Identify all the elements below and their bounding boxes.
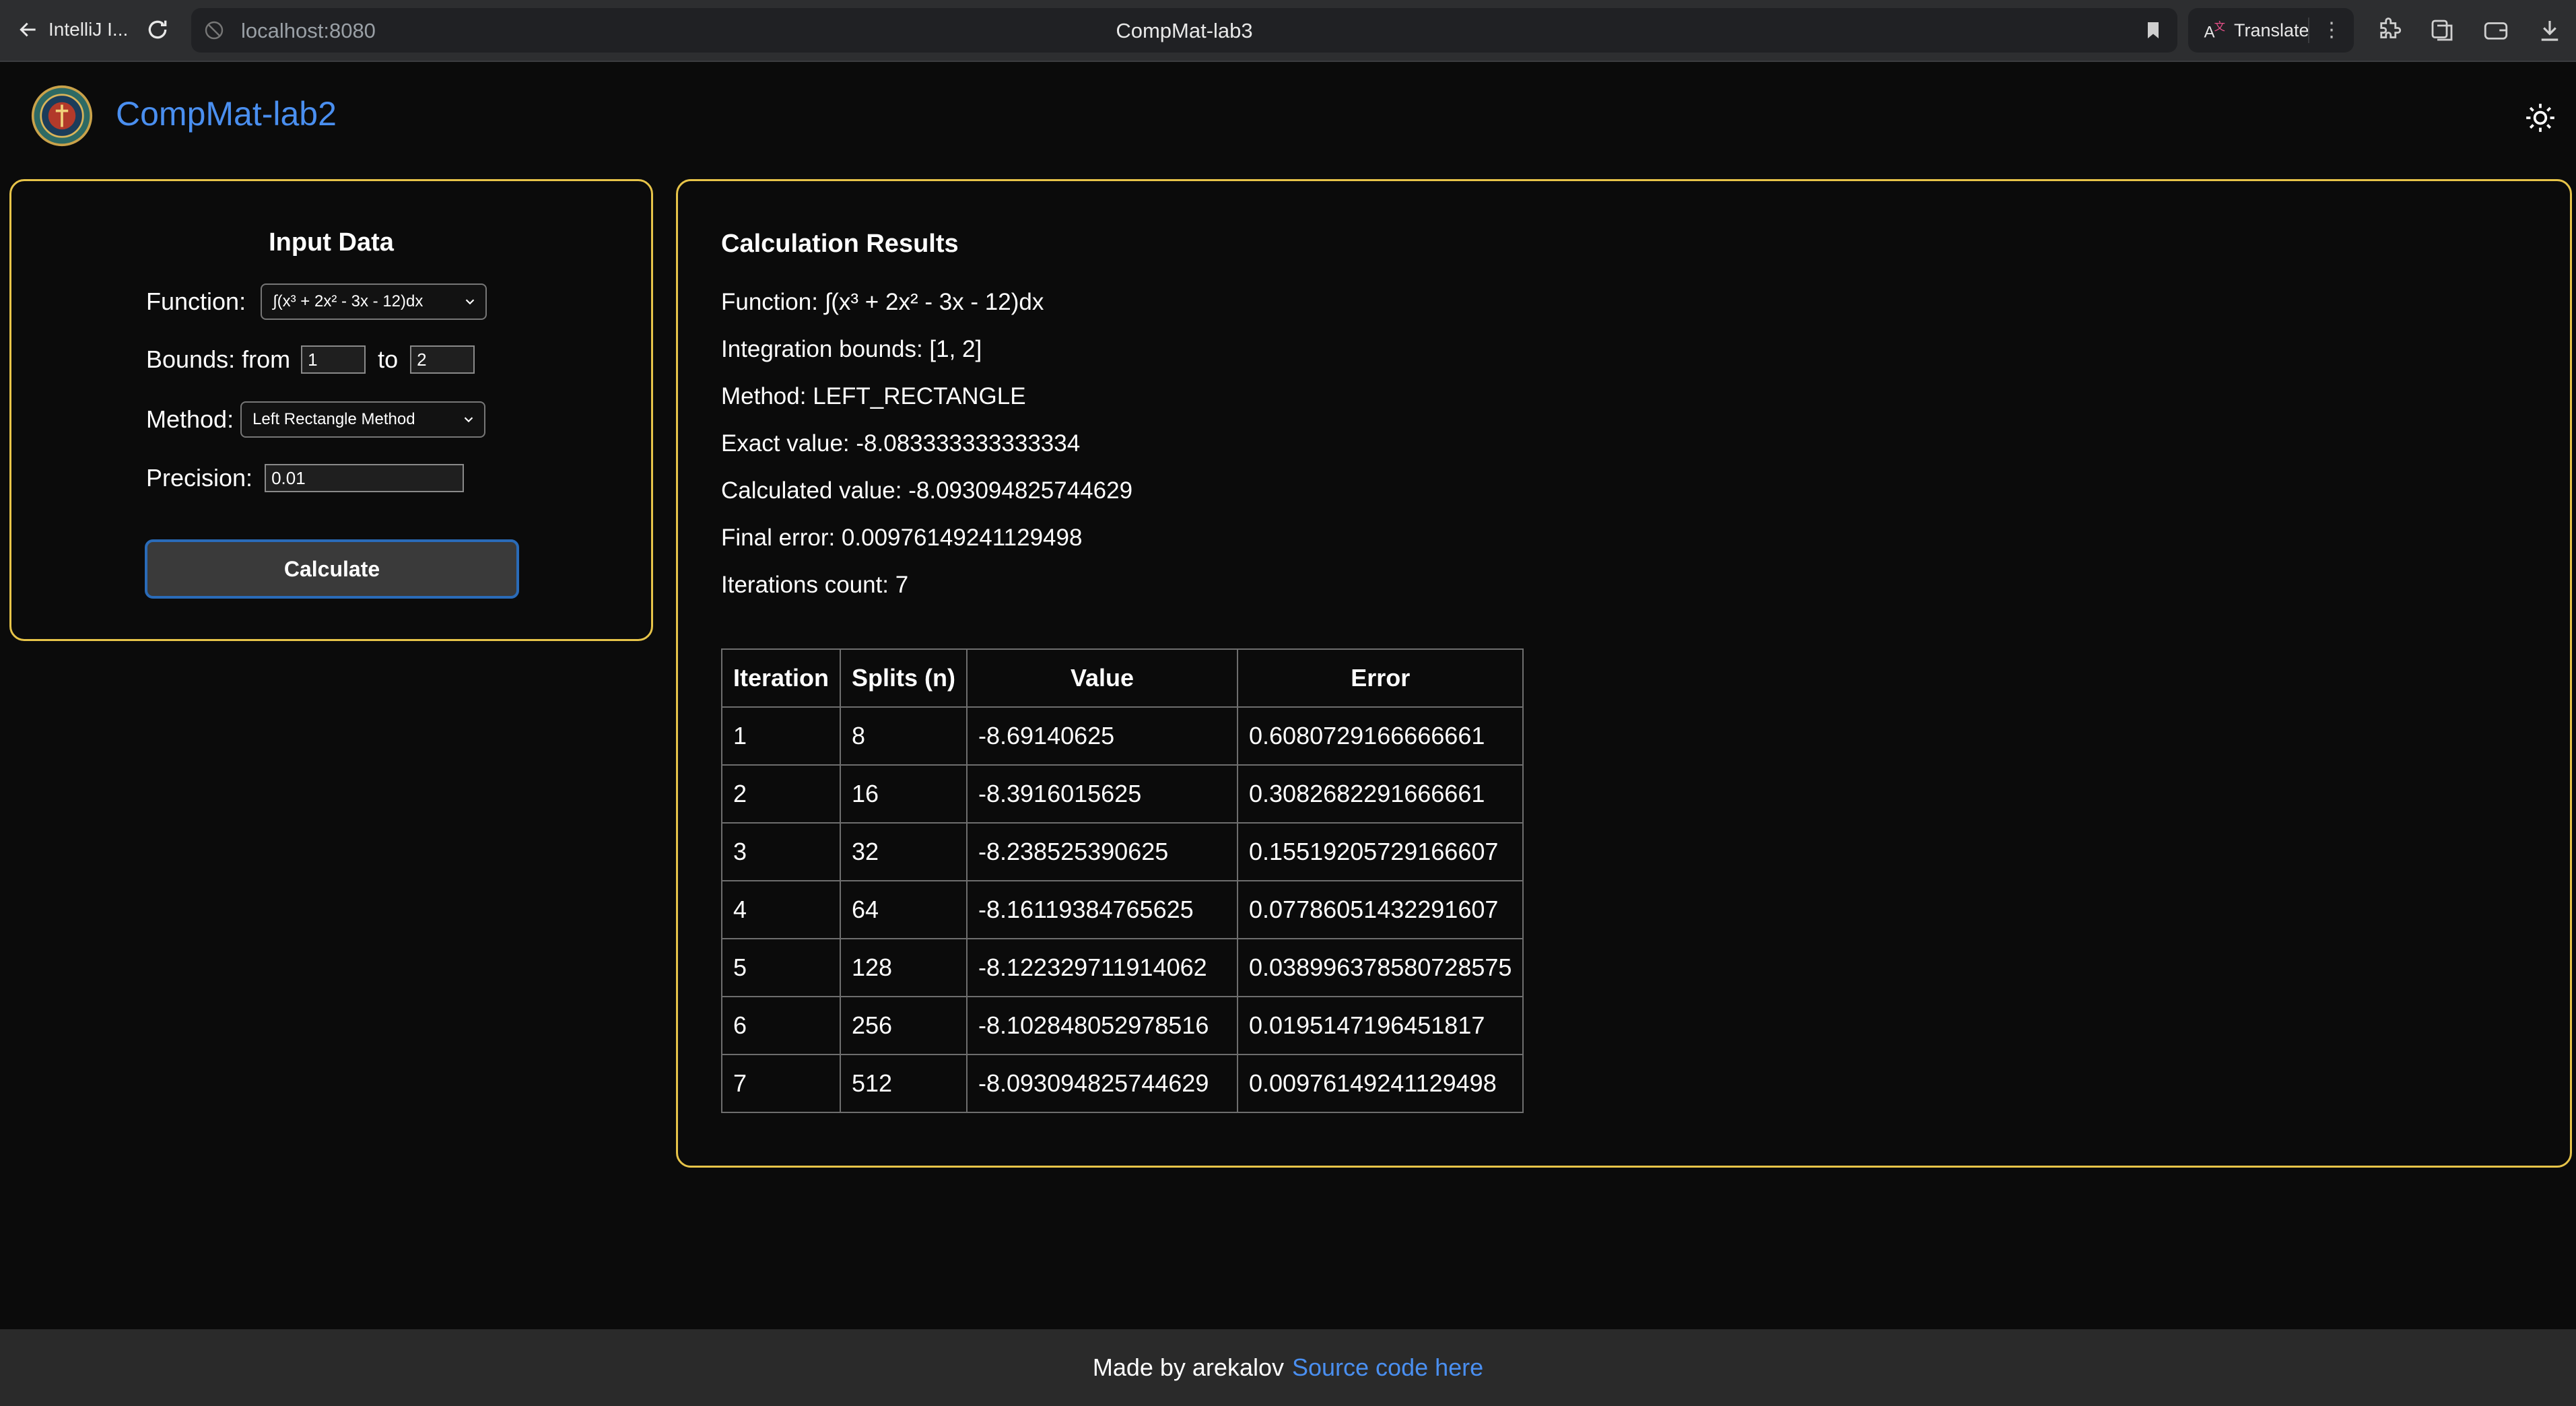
method-select-value: Left Rectangle Method [252, 410, 415, 428]
result-function: Function: ∫(x³ + 2x² - 3x - 12)dx [721, 289, 1044, 315]
back-button[interactable]: IntelliJ I... [18, 15, 128, 44]
table-cell: 16 [840, 764, 968, 824]
download-icon[interactable] [2536, 16, 2564, 44]
arrow-left-icon [20, 22, 36, 37]
table-cell: 0.6080729166666661 [1236, 706, 1524, 766]
puzzle-icon[interactable] [2375, 16, 2404, 44]
table-cell: 3 [720, 822, 842, 881]
function-select[interactable]: ∫(x³ + 2x² - 3x - 12)dx [261, 283, 487, 320]
translate-button[interactable]: A文 Translate ⋮ [2188, 8, 2354, 53]
results-panel: Calculation Results Function: ∫(x³ + 2x²… [676, 179, 2572, 1168]
bounds-row: Bounds: from 1 to 2 [146, 345, 475, 374]
column-header: Iteration [720, 648, 842, 708]
footer-made-by: Made by arekalov [1092, 1353, 1284, 1381]
table-cell: -8.122329711914062 [966, 938, 1238, 997]
table-header-row: Iteration Splits (n) Value Error [720, 648, 1524, 708]
method-select[interactable]: Left Rectangle Method [240, 401, 486, 438]
back-label: IntelliJ I... [48, 19, 129, 40]
address-bar[interactable]: localhost:8080 CompMat-lab3 [191, 8, 2177, 53]
app-header: CompMat-lab2 [0, 61, 2576, 175]
translate-icon: A文 [2204, 20, 2226, 42]
table-cell: 1 [720, 706, 842, 766]
bounds-from-input[interactable]: 1 [301, 345, 366, 374]
table-cell: -8.3916015625 [966, 764, 1238, 824]
result-exact-value: Exact value: -8.083333333333334 [721, 430, 1081, 457]
result-method: Method: LEFT_RECTANGLE [721, 383, 1026, 409]
table-cell: 512 [840, 1054, 968, 1113]
app-title-link[interactable]: CompMat-lab2 [116, 94, 337, 133]
table-row: 7 512 -8.093094825744629 0.0097614924112… [720, 1054, 1524, 1113]
table-cell: 7 [720, 1054, 842, 1113]
table-cell: 6 [720, 996, 842, 1055]
function-row: Function: ∫(x³ + 2x² - 3x - 12)dx [146, 283, 487, 320]
table-cell: -8.69140625 [966, 706, 1238, 766]
table-cell: 0.038996378580728575 [1236, 938, 1524, 997]
bookmark-icon[interactable] [2142, 19, 2164, 42]
result-calculated-value: Calculated value: -8.093094825744629 [721, 477, 1133, 504]
precision-label: Precision: [146, 464, 253, 492]
function-label: Function: [146, 288, 246, 315]
function-select-value: ∫(x³ + 2x² - 3x - 12)dx [273, 292, 423, 310]
logo [31, 85, 93, 147]
table-cell: 5 [720, 938, 842, 997]
table-row: 5 128 -8.122329711914062 0.0389963785807… [720, 938, 1524, 997]
precision-row: Precision: 0.01 [146, 464, 465, 492]
table-cell: 2 [720, 764, 842, 824]
table-row: 6 256 -8.102848052978516 0.0195147196451… [720, 996, 1524, 1055]
chevron-down-icon [465, 299, 475, 305]
bounds-to-label: to [378, 345, 399, 373]
column-header: Error [1236, 648, 1524, 708]
svg-text:A: A [2204, 24, 2215, 42]
table-cell: 0.15519205729166607 [1236, 822, 1524, 881]
method-label: Method: [146, 405, 234, 433]
table-cell: 256 [840, 996, 968, 1055]
table-cell: -8.238525390625 [966, 822, 1238, 881]
footer: Made by arekalov Source code here [0, 1329, 2576, 1406]
wallet-icon[interactable] [2482, 16, 2510, 44]
column-header: Value [966, 648, 1238, 708]
table-cell: 32 [840, 822, 968, 881]
precision-input[interactable]: 0.01 [265, 464, 465, 492]
divider [2308, 18, 2309, 43]
table-row: 4 64 -8.16119384765625 0.077860514322916… [720, 880, 1524, 939]
source-code-link[interactable]: Source code here [1292, 1353, 1483, 1382]
table-cell: 0.07786051432291607 [1236, 880, 1524, 939]
browser-toolbar: IntelliJ I... localhost:8080 CompMat-lab… [0, 0, 2576, 62]
method-row: Method: Left Rectangle Method [146, 401, 486, 438]
table-cell: 0.0195147196451817 [1236, 996, 1524, 1055]
result-iterations-count: Iterations count: 7 [721, 572, 909, 598]
result-final-error: Final error: 0.00976149241129498 [721, 525, 1083, 551]
table-cell: -8.093094825744629 [966, 1054, 1238, 1113]
sun-icon[interactable] [2523, 101, 2557, 135]
bounds-label: Bounds: from [146, 345, 291, 373]
results-heading: Calculation Results [721, 230, 959, 258]
chevron-down-icon [464, 417, 473, 423]
table-cell: 0.3082682291666661 [1236, 764, 1524, 824]
table-cell: 8 [840, 706, 968, 766]
table-row: 2 16 -8.3916015625 0.3082682291666661 [720, 764, 1524, 824]
table-row: 3 32 -8.238525390625 0.15519205729166607 [720, 822, 1524, 881]
table-cell: 64 [840, 880, 968, 939]
table-cell: 0.00976149241129498 [1236, 1054, 1524, 1113]
bounds-to-input[interactable]: 2 [410, 345, 475, 374]
table-cell: 4 [720, 880, 842, 939]
table-cell: 128 [840, 938, 968, 997]
table-cell: -8.102848052978516 [966, 996, 1238, 1055]
input-heading: Input Data [269, 228, 394, 257]
table-row: 1 8 -8.69140625 0.6080729166666661 [720, 706, 1524, 766]
tab-title: CompMat-lab3 [1116, 19, 1253, 42]
more-icon[interactable]: ⋮ [2321, 18, 2342, 44]
column-header: Splits (n) [840, 648, 968, 708]
svg-text:文: 文 [2214, 20, 2226, 33]
reload-icon[interactable] [144, 16, 171, 43]
iterations-table: Iteration Splits (n) Value Error 1 8 -8.… [720, 648, 1524, 1113]
translate-label: Translate [2234, 20, 2309, 40]
input-panel: Input Data Function: ∫(x³ + 2x² - 3x - 1… [9, 179, 653, 641]
collections-icon[interactable] [2428, 16, 2456, 44]
table-cell: -8.16119384765625 [966, 880, 1238, 939]
calculate-button[interactable]: Calculate [145, 539, 519, 599]
result-bounds: Integration bounds: [1, 2] [721, 336, 982, 362]
